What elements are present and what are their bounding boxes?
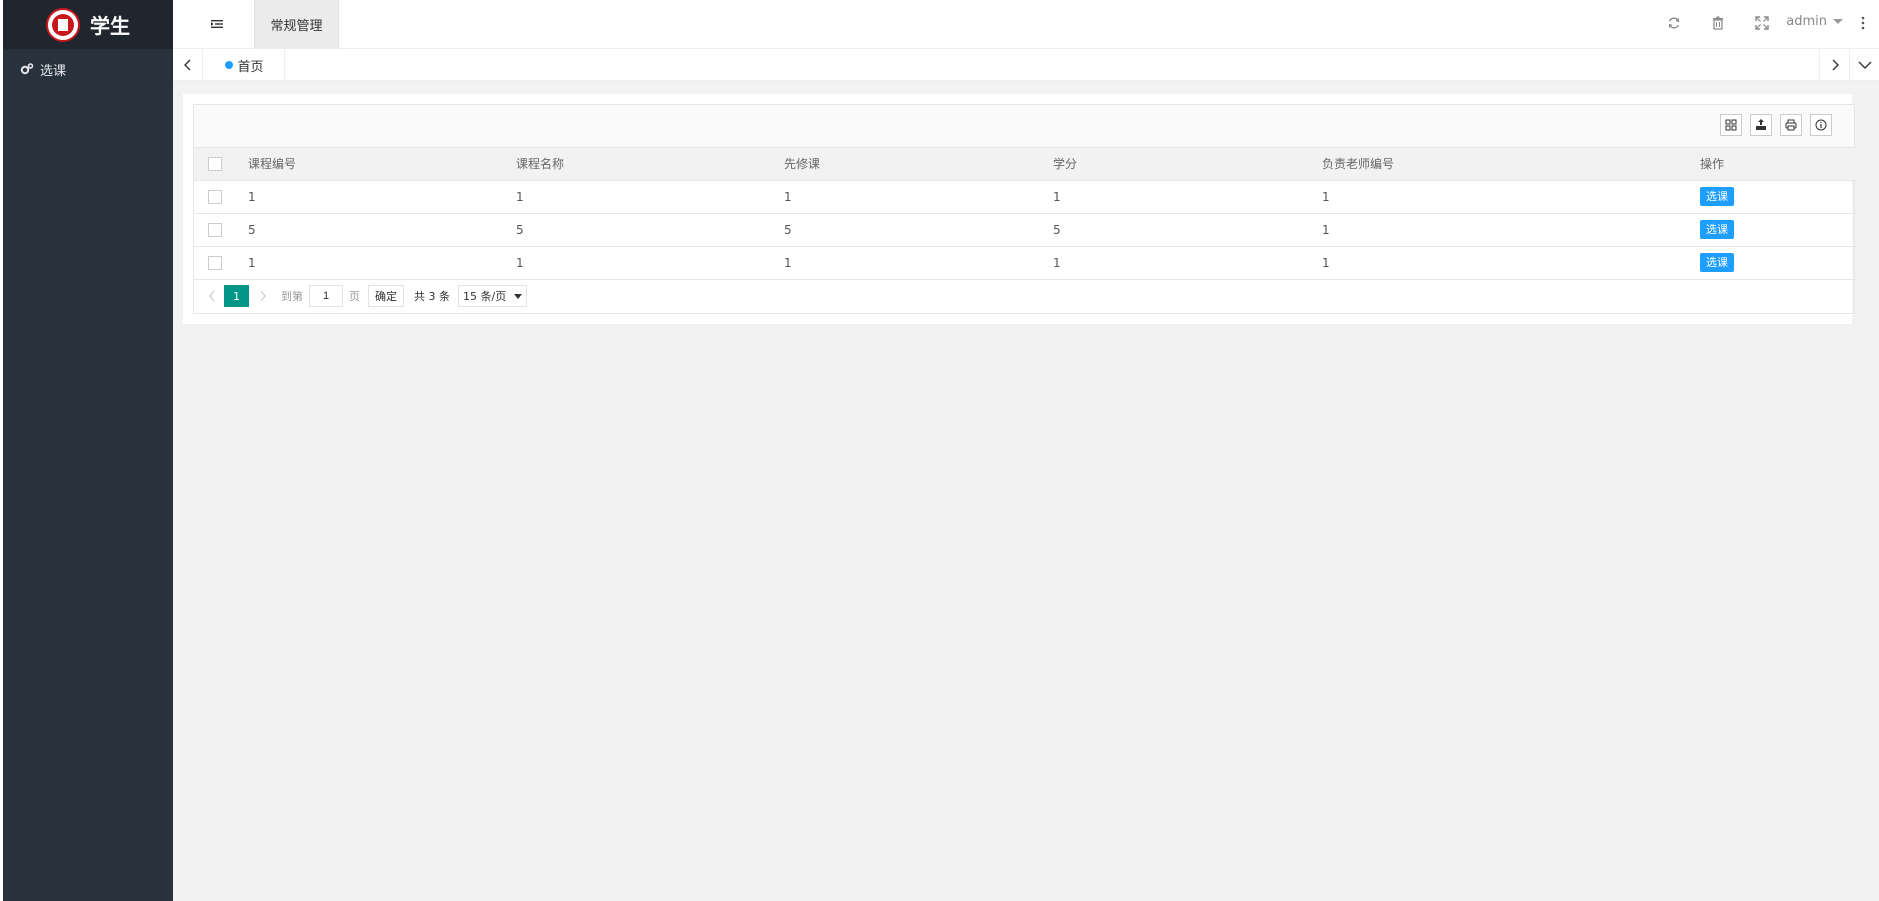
table-row: 1 1 1 1 1 选课 (194, 180, 1856, 214)
cell-course-name: 1 (516, 255, 524, 270)
goto-confirm-button[interactable]: 确定 (368, 285, 404, 307)
logo-text: 学生 (90, 14, 130, 38)
page-tabs-bar: 首页 (173, 49, 1879, 81)
tabs-scroll-left-button[interactable] (173, 49, 203, 81)
pagination: 1 到第 页 确定 共 3 条 15 条/页 (194, 280, 1854, 313)
gears-icon (20, 63, 34, 75)
table-row: 1 1 1 1 1 选课 (194, 246, 1856, 280)
fullscreen-icon[interactable] (1754, 15, 1770, 31)
more-vertical-icon[interactable] (1861, 16, 1865, 30)
table-row: 5 5 5 5 1 选课 (194, 213, 1856, 247)
cell-course-name: 1 (516, 189, 524, 204)
user-menu[interactable]: admin (1786, 14, 1843, 29)
cell-credits: 5 (1053, 222, 1061, 237)
tab-general-management[interactable]: 常规管理 (254, 0, 339, 49)
columns-icon (1725, 119, 1737, 131)
refresh-icon[interactable] (1666, 15, 1682, 31)
menu-toggle-icon[interactable] (209, 16, 225, 32)
cell-credits: 1 (1053, 255, 1061, 270)
table-toolbar (194, 105, 1854, 148)
print-button[interactable] (1780, 114, 1802, 136)
sidebar-item-label: 选课 (40, 63, 67, 79)
tab-home-label: 首页 (237, 59, 264, 75)
page-size-select[interactable]: 15 条/页 (458, 285, 528, 307)
goto-suffix: 页 (349, 290, 360, 303)
cell-teacher-id: 1 (1322, 189, 1330, 204)
cell-course-name: 5 (516, 222, 524, 237)
print-icon (1785, 119, 1797, 131)
course-table: 课程编号 课程名称 先修课 学分 负责老师编号 操作 1 1 1 1 1 选课 … (194, 148, 1856, 280)
main-content: 课程编号 课程名称 先修课 学分 负责老师编号 操作 1 1 1 1 1 选课 … (173, 81, 1879, 901)
page-size-value: 15 条/页 (463, 290, 507, 303)
column-header[interactable]: 先修课 (784, 155, 820, 172)
sidebar: 学生 选课 (3, 0, 173, 901)
export-button[interactable] (1750, 114, 1772, 136)
column-header[interactable]: 课程名称 (516, 155, 564, 172)
goto-prefix: 到第 (281, 290, 303, 303)
cell-prerequisite: 5 (784, 222, 792, 237)
cell-teacher-id: 1 (1322, 222, 1330, 237)
row-checkbox[interactable] (208, 189, 222, 204)
prev-page-button[interactable] (204, 288, 220, 304)
page-number-current[interactable]: 1 (224, 285, 249, 307)
tab-home[interactable]: 首页 (205, 49, 285, 81)
row-checkbox[interactable] (208, 222, 222, 237)
column-header[interactable]: 负责老师编号 (1322, 155, 1394, 172)
column-header: 操作 (1700, 157, 1725, 172)
logo[interactable]: 学生 (3, 0, 173, 49)
total-count: 共 3 条 (414, 290, 450, 303)
select-all-checkbox[interactable] (208, 157, 222, 171)
next-page-button[interactable] (255, 288, 271, 304)
select-course-button[interactable]: 选课 (1700, 187, 1734, 206)
info-icon (1815, 119, 1827, 131)
chevron-down-icon (1858, 61, 1871, 69)
select-course-button[interactable]: 选课 (1700, 220, 1734, 239)
cell-prerequisite: 1 (784, 189, 792, 204)
active-dot-icon (225, 61, 234, 69)
select-course-button[interactable]: 选课 (1700, 253, 1734, 272)
chevron-right-icon (260, 290, 266, 302)
caret-down-icon (1833, 19, 1843, 24)
columns-filter-button[interactable] (1720, 114, 1742, 136)
table-header-row: 课程编号 课程名称 先修课 学分 负责老师编号 操作 (194, 148, 1856, 181)
cell-course-id: 5 (248, 222, 256, 237)
cell-course-id: 1 (248, 255, 256, 270)
cell-teacher-id: 1 (1322, 255, 1330, 270)
data-table: 课程编号 课程名称 先修课 学分 负责老师编号 操作 1 1 1 1 1 选课 … (193, 104, 1856, 314)
tabs-options-button[interactable] (1849, 49, 1879, 81)
chevron-left-icon (183, 59, 190, 71)
username: admin (1786, 14, 1827, 29)
trash-icon[interactable] (1710, 15, 1726, 31)
column-header[interactable]: 课程编号 (248, 155, 296, 172)
export-icon (1756, 119, 1766, 130)
content-card: 课程编号 课程名称 先修课 学分 负责老师编号 操作 1 1 1 1 1 选课 … (183, 94, 1856, 324)
top-header: 常规管理 admin (173, 0, 1879, 49)
info-button[interactable] (1810, 114, 1832, 136)
row-checkbox[interactable] (208, 255, 222, 270)
cell-course-id: 1 (248, 189, 256, 204)
cell-credits: 1 (1053, 189, 1061, 204)
sidebar-item-course-selection[interactable]: 选课 (3, 49, 173, 89)
goto-page-input[interactable] (309, 285, 343, 307)
chevron-left-icon (209, 290, 215, 302)
column-header[interactable]: 学分 (1053, 155, 1077, 172)
chevron-right-icon (1832, 59, 1839, 71)
tabs-scroll-right-button[interactable] (1819, 49, 1849, 81)
cell-prerequisite: 1 (784, 255, 792, 270)
chevron-down-icon (514, 293, 523, 299)
tab-label: 常规管理 (270, 19, 323, 34)
school-emblem-icon (46, 7, 80, 42)
